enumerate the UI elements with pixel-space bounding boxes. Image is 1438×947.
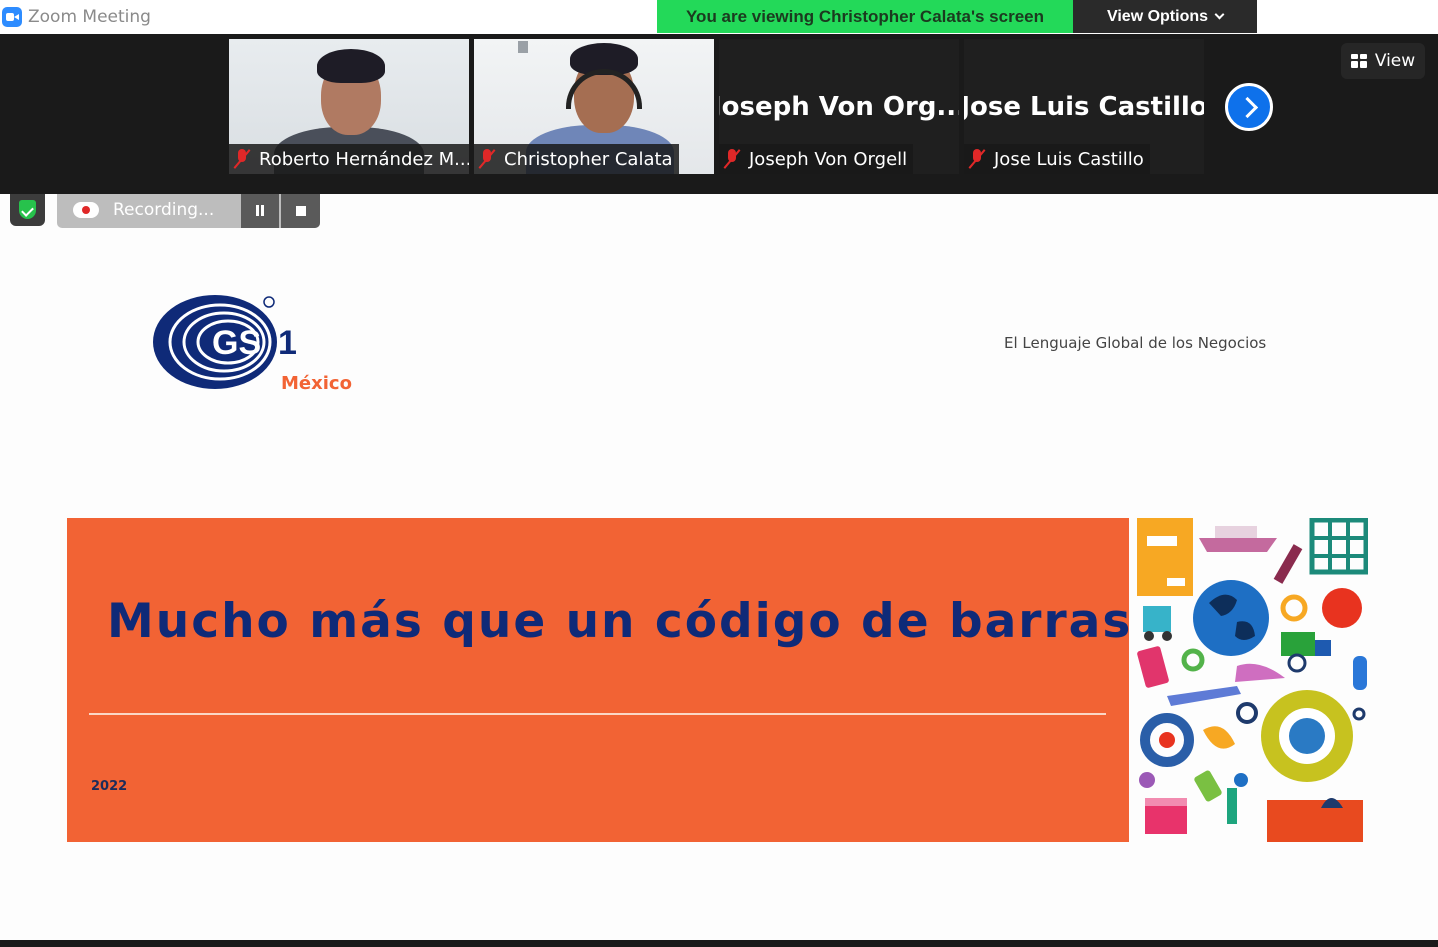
participant-video-strip: Roberto Hernández M... Christopher Calat… [0,34,1438,194]
chevron-down-icon [1214,9,1225,20]
gallery-grid-icon [1350,54,1367,68]
security-shield-icon[interactable] [10,194,45,226]
mic-muted-icon [478,148,496,170]
participant-tile[interactable]: Joseph Von Org... Joseph Von Orgell [719,39,959,174]
mic-muted-icon [723,148,741,170]
logo-subtitle: México [281,373,352,394]
svg-text:1: 1 [278,324,297,362]
participant-name-tag: Jose Luis Castillo [964,144,1150,174]
view-label: View [1374,51,1416,71]
stop-recording-button[interactable] [281,194,320,228]
slide-divider [89,713,1106,715]
mic-muted-icon [233,148,251,170]
view-options-label: View Options [1106,7,1209,25]
participant-name: Christopher Calata [504,148,673,170]
participant-name: Jose Luis Castillo [994,148,1144,170]
zoom-meeting-window: Zoom Meeting You are viewing Christopher… [0,0,1438,947]
view-button[interactable]: View [1341,43,1425,79]
participant-name-tag: Christopher Calata [474,144,679,174]
mic-muted-icon [968,148,986,170]
slide-title: Mucho más que un código de barras [107,594,1133,649]
pause-recording-button[interactable] [241,194,279,228]
participant-name: Joseph Von Orgell [749,148,908,170]
slide-tagline: El Lenguaje Global de los Negocios [1004,334,1267,352]
svg-text:GS: GS [212,324,261,362]
recording-indicator: Recording... [57,194,320,228]
participant-name: Roberto Hernández M... [259,148,469,170]
bottom-toolbar-edge [0,940,1438,947]
gs1-mexico-logo: GS 1 México [150,290,390,400]
participant-tile[interactable]: Jose Luis Castillo Jose Luis Castillo [964,39,1204,174]
window-title: Zoom Meeting [28,7,151,27]
cloud-recording-icon [73,202,99,218]
slide-title-banner: Mucho más que un código de barras 2022 [67,518,1133,842]
viewing-screen-banner: You are viewing Christopher Calata's scr… [657,0,1073,33]
recording-label: Recording... [113,200,215,220]
participant-tile[interactable]: Christopher Calata [474,39,714,174]
view-options-button[interactable]: View Options [1073,0,1257,33]
participant-name-tag: Roberto Hernández M... [229,144,469,174]
participant-tile[interactable]: Roberto Hernández M... [229,39,469,174]
next-participants-button[interactable] [1225,83,1273,131]
zoom-camera-icon [2,7,22,27]
logistics-icon-collage [1137,517,1369,842]
participant-name-tag: Joseph Von Orgell [719,144,914,174]
slide-year: 2022 [91,779,128,794]
